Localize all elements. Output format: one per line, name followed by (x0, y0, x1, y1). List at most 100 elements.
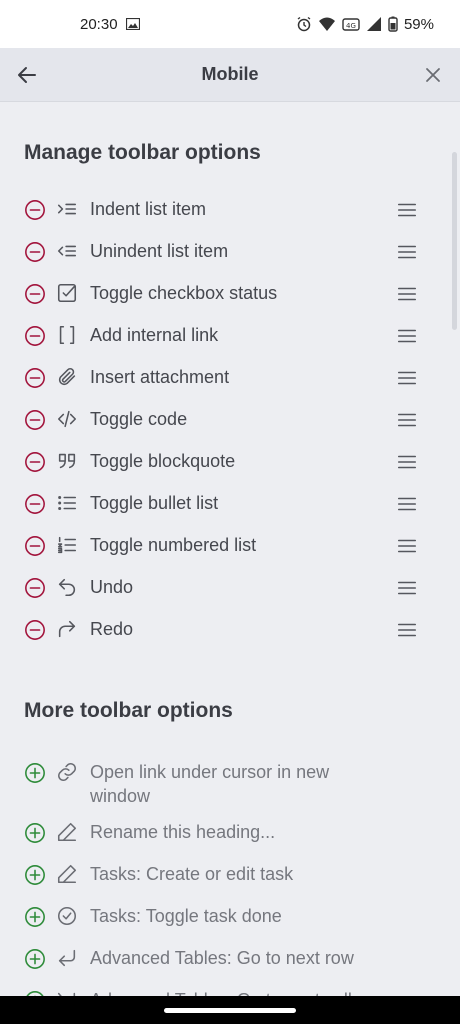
toolbar-option-row[interactable]: Toggle blockquote (0, 443, 460, 485)
more-option-row[interactable]: Rename this heading... (0, 814, 460, 856)
settings-content[interactable]: Manage toolbar options More toolbar opti… (0, 103, 460, 996)
option-label: Toggle numbered list (90, 535, 257, 555)
add-button[interactable] (24, 906, 46, 928)
drag-handle[interactable] (396, 619, 418, 641)
option-label: Undo (90, 577, 134, 597)
more-option-row[interactable]: Tasks: Create or edit task (0, 856, 460, 898)
remove-button[interactable] (24, 283, 46, 305)
alarm-icon (296, 16, 312, 32)
clock: 20:30 (80, 15, 118, 33)
drag-handle[interactable] (396, 535, 418, 557)
numbered-list-icon (56, 534, 80, 558)
drag-handle[interactable] (396, 367, 418, 389)
check-circle-icon (56, 905, 80, 929)
drag-handle[interactable] (396, 577, 418, 599)
option-label: Redo (90, 619, 134, 639)
more-option-row[interactable]: Advanced Tables: Go to next cell (0, 982, 460, 996)
drag-handle[interactable] (396, 451, 418, 473)
drag-handle-icon (397, 455, 417, 469)
redo-icon (56, 618, 80, 642)
volte-icon: 4G (342, 16, 360, 32)
toolbar-option-row[interactable]: Insert attachment (0, 359, 460, 401)
status-bar: 20:30 4G 59% (0, 0, 460, 48)
section-title-more: More toolbar options (24, 699, 233, 722)
brackets-icon (56, 324, 80, 348)
drag-handle[interactable] (396, 241, 418, 263)
quote-icon (58, 453, 76, 469)
remove-button[interactable] (24, 241, 46, 263)
option-label: Toggle bullet list (90, 493, 219, 513)
remove-button[interactable] (24, 577, 46, 599)
more-option-row[interactable]: Advanced Tables: Go to next row (0, 940, 460, 982)
drag-handle[interactable] (396, 493, 418, 515)
pencil-icon (57, 864, 77, 884)
option-label: Tasks: Create or edit task (90, 864, 294, 884)
minus-circle-icon (25, 242, 45, 262)
toolbar-option-row[interactable]: Toggle code (0, 401, 460, 443)
pencil-icon (56, 863, 80, 887)
toolbar-option-row[interactable]: Unindent list item (0, 233, 460, 275)
redo-icon (58, 620, 76, 638)
more-option-row[interactable]: Open link under cursor in new window (0, 754, 460, 814)
checkbox-icon (56, 282, 80, 306)
plus-circle-icon (25, 865, 45, 885)
toolbar-option-row[interactable]: Toggle numbered list (0, 527, 460, 569)
remove-button[interactable] (24, 493, 46, 515)
remove-button[interactable] (24, 367, 46, 389)
minus-circle-icon (25, 620, 45, 640)
remove-button[interactable] (24, 409, 46, 431)
toolbar-option-row[interactable]: Indent list item (0, 191, 460, 233)
bullet-list-icon (58, 495, 77, 511)
drag-handle[interactable] (396, 409, 418, 431)
remove-button[interactable] (24, 619, 46, 641)
add-button[interactable] (24, 948, 46, 970)
indent-icon (56, 198, 80, 222)
drag-handle[interactable] (396, 199, 418, 221)
toolbar-option-row[interactable]: Undo (0, 569, 460, 611)
code-icon (57, 410, 77, 428)
option-label: Open link under cursor in new window (90, 762, 330, 806)
checkbox-icon (57, 283, 77, 303)
minus-circle-icon (25, 200, 45, 220)
toolbar-option-row[interactable]: Toggle bullet list (0, 485, 460, 527)
remove-button[interactable] (24, 535, 46, 557)
enter-icon (56, 947, 80, 971)
remove-button[interactable] (24, 451, 46, 473)
numbered-list-icon (57, 536, 77, 554)
minus-circle-icon (25, 284, 45, 304)
toolbar-option-row[interactable]: Add internal link (0, 317, 460, 359)
add-button[interactable] (24, 864, 46, 886)
option-label: Toggle checkbox status (90, 283, 278, 303)
option-label: Indent list item (90, 199, 207, 219)
drag-handle-icon (397, 413, 417, 427)
option-label: Add internal link (90, 325, 219, 345)
svg-text:4G: 4G (346, 22, 356, 30)
drag-handle-icon (397, 371, 417, 385)
check-circle-icon (57, 906, 77, 926)
undo-icon (56, 576, 80, 600)
back-button[interactable] (14, 62, 40, 88)
remove-button[interactable] (24, 199, 46, 221)
section-title-manage: Manage toolbar options (24, 141, 261, 164)
add-button[interactable] (24, 762, 46, 784)
drag-handle[interactable] (396, 283, 418, 305)
battery-icon (388, 16, 398, 32)
remove-button[interactable] (24, 325, 46, 347)
unindent-icon (56, 240, 80, 264)
toolbar-option-row[interactable]: Redo (0, 611, 460, 653)
home-indicator[interactable] (164, 1008, 296, 1013)
add-button[interactable] (24, 822, 46, 844)
brackets-icon (59, 325, 75, 345)
more-option-row[interactable]: Tasks: Toggle task done (0, 898, 460, 940)
bullet-list-icon (56, 492, 80, 516)
drag-handle-icon (397, 623, 417, 637)
close-button[interactable] (420, 62, 446, 88)
option-label: Advanced Tables: Go to next row (90, 948, 354, 968)
minus-circle-icon (25, 578, 45, 598)
scrollbar[interactable] (452, 152, 457, 330)
drag-handle[interactable] (396, 325, 418, 347)
gesture-nav-bar (0, 996, 460, 1024)
paperclip-icon (58, 367, 76, 386)
toolbar-option-row[interactable]: Toggle checkbox status (0, 275, 460, 317)
pencil-icon (56, 821, 80, 845)
